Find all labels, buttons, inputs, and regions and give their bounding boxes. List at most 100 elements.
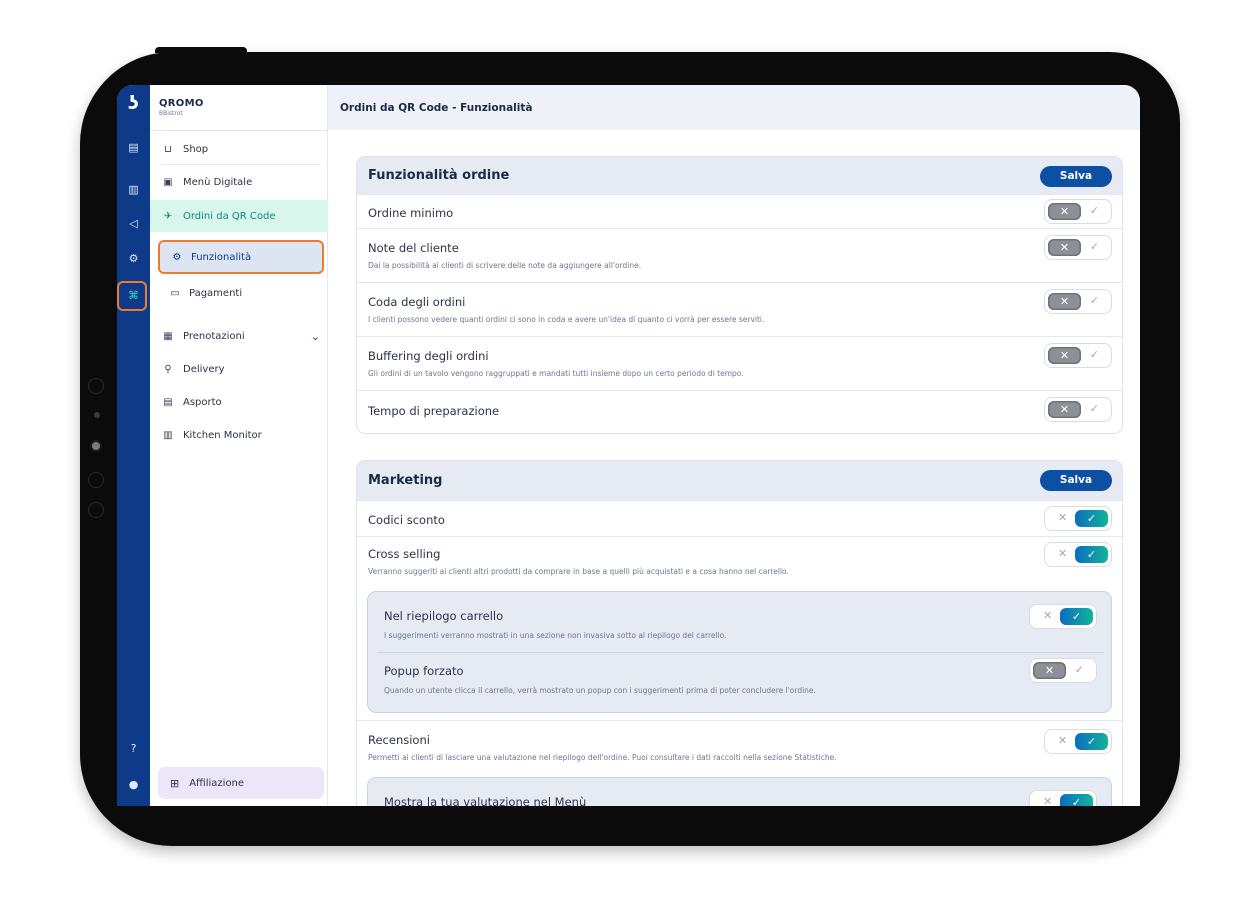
sidebar-item-menu-digitale[interactable]: ▣ Menù Digitale [150, 167, 328, 197]
close-icon: ✕ [1048, 239, 1081, 256]
sidebar-item-label: Funzionalità [191, 251, 252, 263]
sidebar-subitem-pagamenti[interactable]: ▭ Pagamenti [158, 276, 324, 310]
close-icon: ✕ [1048, 401, 1081, 418]
payments-icon: ▭ [170, 287, 180, 299]
toggle-switch[interactable]: ✕ ✓ [1044, 729, 1112, 754]
toggle-switch[interactable]: ✕ ✓ [1044, 199, 1112, 224]
sidebar-item-label: Kitchen Monitor [183, 429, 262, 441]
setting-description: I clienti possono vedere quanti ordini c… [368, 315, 765, 324]
order-features-card: Funzionalità ordine Salva Ordine minimo … [356, 156, 1123, 434]
check-icon: ✓ [1089, 294, 1099, 307]
toggle-switch[interactable]: ✕ ✓ [1044, 397, 1112, 422]
close-icon: ✕ [1043, 609, 1053, 622]
check-icon: ✓ [1060, 794, 1093, 806]
sidebar-item-prenotazioni[interactable]: ▦ Prenotazioni ⌄ [150, 321, 328, 351]
setting-title: Nel riepilogo carrello [384, 609, 504, 623]
toggle-switch[interactable]: ✕ ✓ [1044, 542, 1112, 567]
sidebar-item-label: Menù Digitale [183, 176, 253, 188]
marketing-card: Marketing Salva Codici sconto ✕ ✓ Cross … [356, 460, 1123, 806]
chevron-down-icon[interactable]: ⌄ [311, 330, 320, 343]
toggle-switch[interactable]: ✕ ✓ [1029, 790, 1097, 806]
close-icon: ✕ [1058, 511, 1068, 524]
save-button[interactable]: Salva [1040, 166, 1112, 187]
sidebar-item-shop[interactable]: ⊔ Shop [150, 134, 328, 164]
sidebar-item-delivery[interactable]: ⚲ Delivery [150, 354, 328, 384]
help-icon[interactable]: ? [125, 740, 142, 757]
setting-description: Dai la possibilità ai clienti di scriver… [368, 261, 642, 270]
megaphone-icon[interactable]: ◁ [125, 215, 142, 232]
close-icon: ✕ [1048, 203, 1081, 220]
setting-row: Coda degli ordini I clienti possono vede… [357, 282, 1122, 336]
setting-title: Buffering degli ordini [368, 349, 489, 363]
sidebar-item-kitchen-monitor[interactable]: ▥ Kitchen Monitor [150, 420, 328, 450]
check-icon: ✓ [1089, 348, 1099, 361]
affiliation-button[interactable]: ⊞ Affiliazione [158, 767, 324, 799]
brand: QROMO BBistrot [159, 98, 204, 117]
close-icon: ✕ [1058, 547, 1068, 560]
setting-description: Quando un utente clicca il carrello, ver… [384, 686, 816, 695]
sidebar-item-label: Shop [183, 143, 209, 155]
setting-title: Tempo di preparazione [368, 404, 500, 418]
setting-row: Popup forzato Quando un utente clicca il… [368, 652, 1111, 712]
sidebar-item-ordini-qr[interactable]: ✈ Ordini da QR Code [150, 200, 328, 232]
setting-row: Cross selling Verranno suggeriti ai clie… [357, 536, 1122, 720]
check-icon: ✓ [1060, 608, 1093, 625]
check-icon: ✓ [1089, 240, 1099, 253]
affiliation-label: Affiliazione [189, 777, 245, 789]
setting-description: Gli ordini di un tavolo vengono raggrupp… [368, 369, 744, 378]
monitor-icon: ▥ [163, 429, 173, 441]
sidebar-item-asporto[interactable]: ▤ Asporto [150, 387, 328, 417]
user-icon[interactable]: ● [125, 776, 142, 793]
calendar-icon: ▦ [163, 330, 173, 342]
setting-title: Mostra la tua valutazione nel Menù [384, 795, 587, 806]
check-icon: ✓ [1075, 733, 1108, 750]
document-icon[interactable]: ▤ [125, 139, 142, 156]
setting-row: Codici sconto ✕ ✓ [357, 500, 1122, 536]
close-icon: ✕ [1033, 662, 1066, 679]
side-button [88, 378, 104, 394]
chart-icon[interactable]: ▥ [125, 181, 142, 198]
setting-row: Nel riepilogo carrello I suggerimenti ve… [368, 592, 1111, 652]
toggle-switch[interactable]: ✕ ✓ [1044, 506, 1112, 531]
toggle-switch[interactable]: ✕ ✓ [1029, 658, 1097, 683]
cross-selling-options: Nel riepilogo carrello I suggerimenti ve… [367, 591, 1112, 713]
card-header: Funzionalità ordine Salva [357, 157, 1122, 194]
check-icon: ✓ [1074, 663, 1084, 676]
setting-title: Note del cliente [368, 241, 459, 255]
side-button [88, 502, 104, 518]
qromo-logo-icon: ʖ [128, 92, 139, 114]
takeaway-icon: ▤ [163, 396, 173, 408]
check-icon: ✓ [1089, 204, 1099, 217]
page-title: Ordini da QR Code - Funzionalità [328, 85, 1140, 130]
qr-rocket-icon: ✈ [163, 210, 173, 222]
setting-title: Recensioni [368, 733, 430, 747]
delivery-icon: ⚲ [164, 363, 172, 375]
icon-rail: ʖ ▤ ▥ ◁ ⚙ ⌘ ? ● [117, 85, 150, 806]
setting-title: Codici sconto [368, 513, 445, 527]
setting-description: I suggerimenti verranno mostrati in una … [384, 631, 727, 640]
side-dot [94, 412, 100, 418]
card-title: Funzionalità ordine [368, 168, 510, 183]
qr-orders-icon[interactable]: ⌘ [125, 287, 142, 304]
sidebar: QROMO BBistrot ⊔ Shop ▣ Menù Digitale ✈ … [150, 85, 328, 806]
toggle-switch[interactable]: ✕ ✓ [1044, 289, 1112, 314]
tablet-top-button [155, 47, 247, 53]
app-screen: ʖ ▤ ▥ ◁ ⚙ ⌘ ? ● QROMO BBistrot ⊔ Shop ▣ … [117, 85, 1140, 806]
toggle-switch[interactable]: ✕ ✓ [1029, 604, 1097, 629]
toggle-switch[interactable]: ✕ ✓ [1044, 343, 1112, 368]
toggle-switch[interactable]: ✕ ✓ [1044, 235, 1112, 260]
check-icon: ✓ [1075, 546, 1108, 563]
cart-icon: ⊔ [164, 143, 172, 155]
sidebar-subitem-funzionalita[interactable]: ⚙ Funzionalità [158, 240, 324, 274]
setting-title: Popup forzato [384, 664, 464, 678]
save-button[interactable]: Salva [1040, 470, 1112, 491]
brand-name: QROMO [159, 98, 204, 109]
sidebar-divider [161, 164, 321, 165]
close-icon: ✕ [1048, 293, 1081, 310]
setting-description: Permetti ai clienti di lasciare una valu… [368, 753, 837, 762]
settings-icon[interactable]: ⚙ [125, 250, 142, 267]
setting-title: Coda degli ordini [368, 295, 466, 309]
sidebar-item-label: Ordini da QR Code [183, 210, 276, 222]
setting-title: Ordine minimo [368, 206, 454, 220]
reviews-options: Mostra la tua valutazione nel Menù ✕ ✓ [367, 777, 1112, 806]
